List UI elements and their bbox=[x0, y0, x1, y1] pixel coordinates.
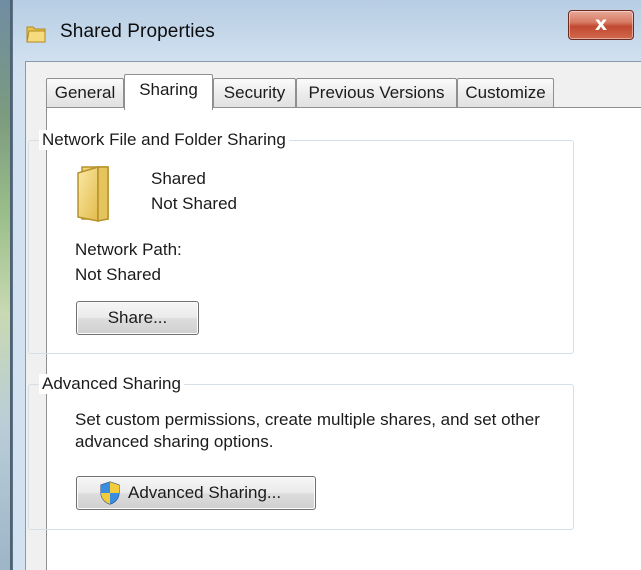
tab-general[interactable]: General bbox=[46, 78, 124, 108]
network-path-value: Not Shared bbox=[75, 265, 161, 284]
shared-folder-icon bbox=[77, 165, 109, 222]
title-bar[interactable]: Shared Properties x bbox=[13, 0, 641, 66]
tab-previous-versions[interactable]: Previous Versions bbox=[296, 78, 457, 108]
tab-strip: General Sharing Security Previous Versio… bbox=[46, 74, 606, 110]
advanced-sharing-button-label: Advanced Sharing... bbox=[128, 483, 282, 502]
folder-icon bbox=[26, 26, 46, 43]
window-title: Shared Properties bbox=[60, 21, 215, 42]
uac-shield-icon bbox=[100, 481, 120, 505]
network-path-label: Network Path: bbox=[75, 240, 182, 259]
share-button[interactable]: Share... bbox=[76, 301, 199, 335]
share-status: Not Shared bbox=[151, 194, 237, 213]
tab-security[interactable]: Security bbox=[213, 78, 296, 108]
tab-sharing[interactable]: Sharing bbox=[124, 74, 213, 110]
advanced-sharing-description-line-1: Set custom permissions, create multiple … bbox=[75, 410, 540, 429]
group-title: Network File and Folder Sharing bbox=[39, 130, 289, 150]
tab-customize[interactable]: Customize bbox=[457, 78, 554, 108]
advanced-sharing-button[interactable]: Advanced Sharing... bbox=[76, 476, 316, 510]
advanced-sharing-description-line-2: advanced sharing options. bbox=[75, 432, 274, 451]
group-title: Advanced Sharing bbox=[39, 374, 184, 394]
desktop-background-strip bbox=[0, 0, 12, 570]
close-button[interactable]: x bbox=[568, 10, 634, 40]
close-icon: x bbox=[594, 13, 608, 35]
folder-name: Shared bbox=[151, 169, 206, 188]
